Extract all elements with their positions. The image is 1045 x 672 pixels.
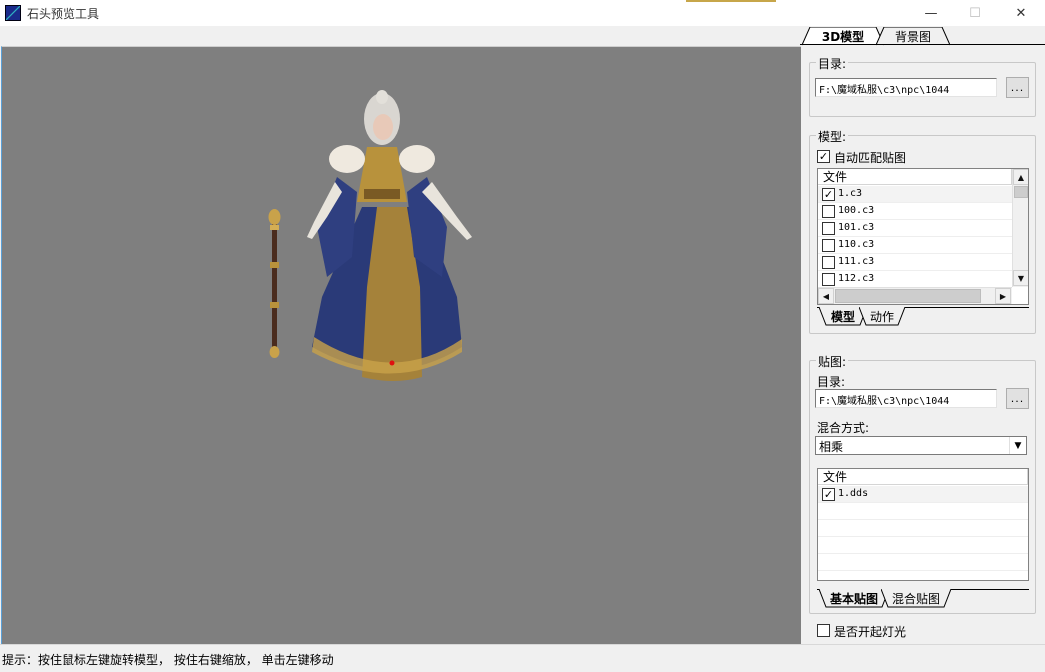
title-bar: 石头预览工具 — ☐ ✕ bbox=[0, 0, 1045, 26]
file-checkbox[interactable] bbox=[822, 273, 835, 286]
blend-mode-label: 混合方式: bbox=[817, 421, 870, 435]
model-file-list[interactable]: 文件 ✓ 1.c3 100.c3 101.c3 110.c3 111.c3 11… bbox=[817, 168, 1029, 305]
scroll-left-icon[interactable]: ◀ bbox=[818, 288, 834, 304]
chevron-down-icon[interactable]: ▼ bbox=[1009, 437, 1026, 454]
texture-list-header[interactable]: 文件 bbox=[818, 469, 1028, 485]
empty-row bbox=[818, 537, 1028, 554]
auto-match-label: 自动匹配贴图 bbox=[834, 151, 907, 165]
tab-blend-texture[interactable]: 混合贴图 bbox=[881, 589, 951, 608]
model-list-header[interactable]: 文件 bbox=[818, 169, 1012, 185]
tab-3d-model[interactable]: 3D模型 bbox=[802, 27, 884, 46]
app-window: 石头预览工具 — ☐ ✕ 3D模型 背景图 目录: F:\魔域私服\c3\npc… bbox=[0, 0, 1045, 672]
model-subtabs: 模型 动作 bbox=[817, 307, 1029, 327]
file-name: 100.c3 bbox=[838, 205, 875, 216]
scroll-down-icon[interactable]: ▼ bbox=[1013, 270, 1028, 286]
minimize-button[interactable]: — bbox=[908, 0, 954, 26]
view-tabs: 3D模型 背景图 bbox=[800, 26, 1045, 46]
empty-row bbox=[818, 503, 1028, 520]
close-button[interactable]: ✕ bbox=[998, 0, 1044, 26]
model-list-vscrollbar[interactable]: ▲ ▼ bbox=[1012, 169, 1028, 287]
status-bar: 提示：按住鼠标左键旋转模型， 按住右键缩放， 单击左键移动 bbox=[0, 644, 1045, 672]
file-name: 111.c3 bbox=[838, 256, 875, 267]
tab-background[interactable]: 背景图 bbox=[876, 27, 950, 46]
file-checkbox[interactable]: ✓ bbox=[822, 188, 835, 201]
window-title: 石头预览工具 bbox=[27, 7, 100, 21]
texture-directory-label: 目录: bbox=[817, 375, 846, 389]
list-item[interactable]: 111.c3 bbox=[818, 254, 1012, 271]
scroll-right-icon[interactable]: ▶ bbox=[995, 288, 1011, 304]
status-text: 提示：按住鼠标左键旋转模型， 按住右键缩放， 单击左键移动 bbox=[2, 653, 334, 667]
model-directory-field[interactable]: F:\魔域私服\c3\npc\1044 bbox=[815, 78, 997, 97]
texture-label: 贴图: bbox=[816, 353, 849, 370]
list-item[interactable]: 110.c3 bbox=[818, 237, 1012, 254]
model-list-hscrollbar[interactable]: ◀ ▶ bbox=[818, 287, 1012, 304]
list-item[interactable]: 100.c3 bbox=[818, 203, 1012, 220]
texture-browse-button[interactable]: ... bbox=[1006, 388, 1029, 409]
file-name: 1.c3 bbox=[838, 188, 863, 199]
blend-mode-value: 相乘 bbox=[819, 440, 844, 454]
list-item[interactable]: 112.c3 bbox=[818, 271, 1012, 288]
file-checkbox[interactable]: ✓ bbox=[822, 488, 835, 501]
maximize-button[interactable]: ☐ bbox=[952, 0, 998, 26]
model-browse-button[interactable]: ... bbox=[1006, 77, 1029, 98]
tab-base-texture[interactable]: 基本贴图 bbox=[819, 589, 889, 608]
staff-model bbox=[268, 209, 281, 358]
list-item[interactable]: ✓ 1.dds bbox=[818, 486, 1028, 503]
title-accent-line bbox=[686, 0, 776, 2]
empty-row bbox=[818, 554, 1028, 571]
file-name: 110.c3 bbox=[838, 239, 875, 250]
3d-viewport[interactable] bbox=[1, 46, 801, 644]
file-checkbox[interactable] bbox=[822, 256, 835, 269]
scroll-thumb[interactable] bbox=[835, 289, 981, 303]
file-checkbox[interactable] bbox=[822, 239, 835, 252]
blend-mode-select[interactable]: 相乘 ▼ bbox=[815, 436, 1027, 455]
directory-label: 目录: bbox=[816, 55, 849, 72]
file-name: 1.dds bbox=[838, 488, 869, 499]
file-checkbox[interactable] bbox=[822, 222, 835, 235]
model-label: 模型: bbox=[816, 128, 849, 145]
file-name: 101.c3 bbox=[838, 222, 875, 233]
texture-subtabs: 基本贴图 混合贴图 bbox=[817, 589, 1029, 609]
app-icon bbox=[5, 5, 21, 21]
light-checkbox[interactable] bbox=[817, 624, 830, 637]
auto-match-checkbox[interactable]: ✓ bbox=[817, 150, 830, 163]
scroll-up-icon[interactable]: ▲ bbox=[1013, 169, 1028, 185]
scroll-thumb[interactable] bbox=[1014, 186, 1028, 198]
character-model bbox=[268, 90, 472, 381]
list-item[interactable]: 101.c3 bbox=[818, 220, 1012, 237]
list-item[interactable]: ✓ 1.c3 bbox=[818, 186, 1012, 203]
tab-animation[interactable]: 动作 bbox=[859, 307, 905, 326]
empty-row bbox=[818, 520, 1028, 537]
texture-file-list[interactable]: 文件 ✓ 1.dds bbox=[817, 468, 1029, 581]
file-name: 112.c3 bbox=[838, 273, 875, 284]
light-label: 是否开起灯光 bbox=[834, 625, 907, 639]
file-checkbox[interactable] bbox=[822, 205, 835, 218]
texture-directory-field[interactable]: F:\魔域私服\c3\npc\1044 bbox=[815, 389, 997, 408]
